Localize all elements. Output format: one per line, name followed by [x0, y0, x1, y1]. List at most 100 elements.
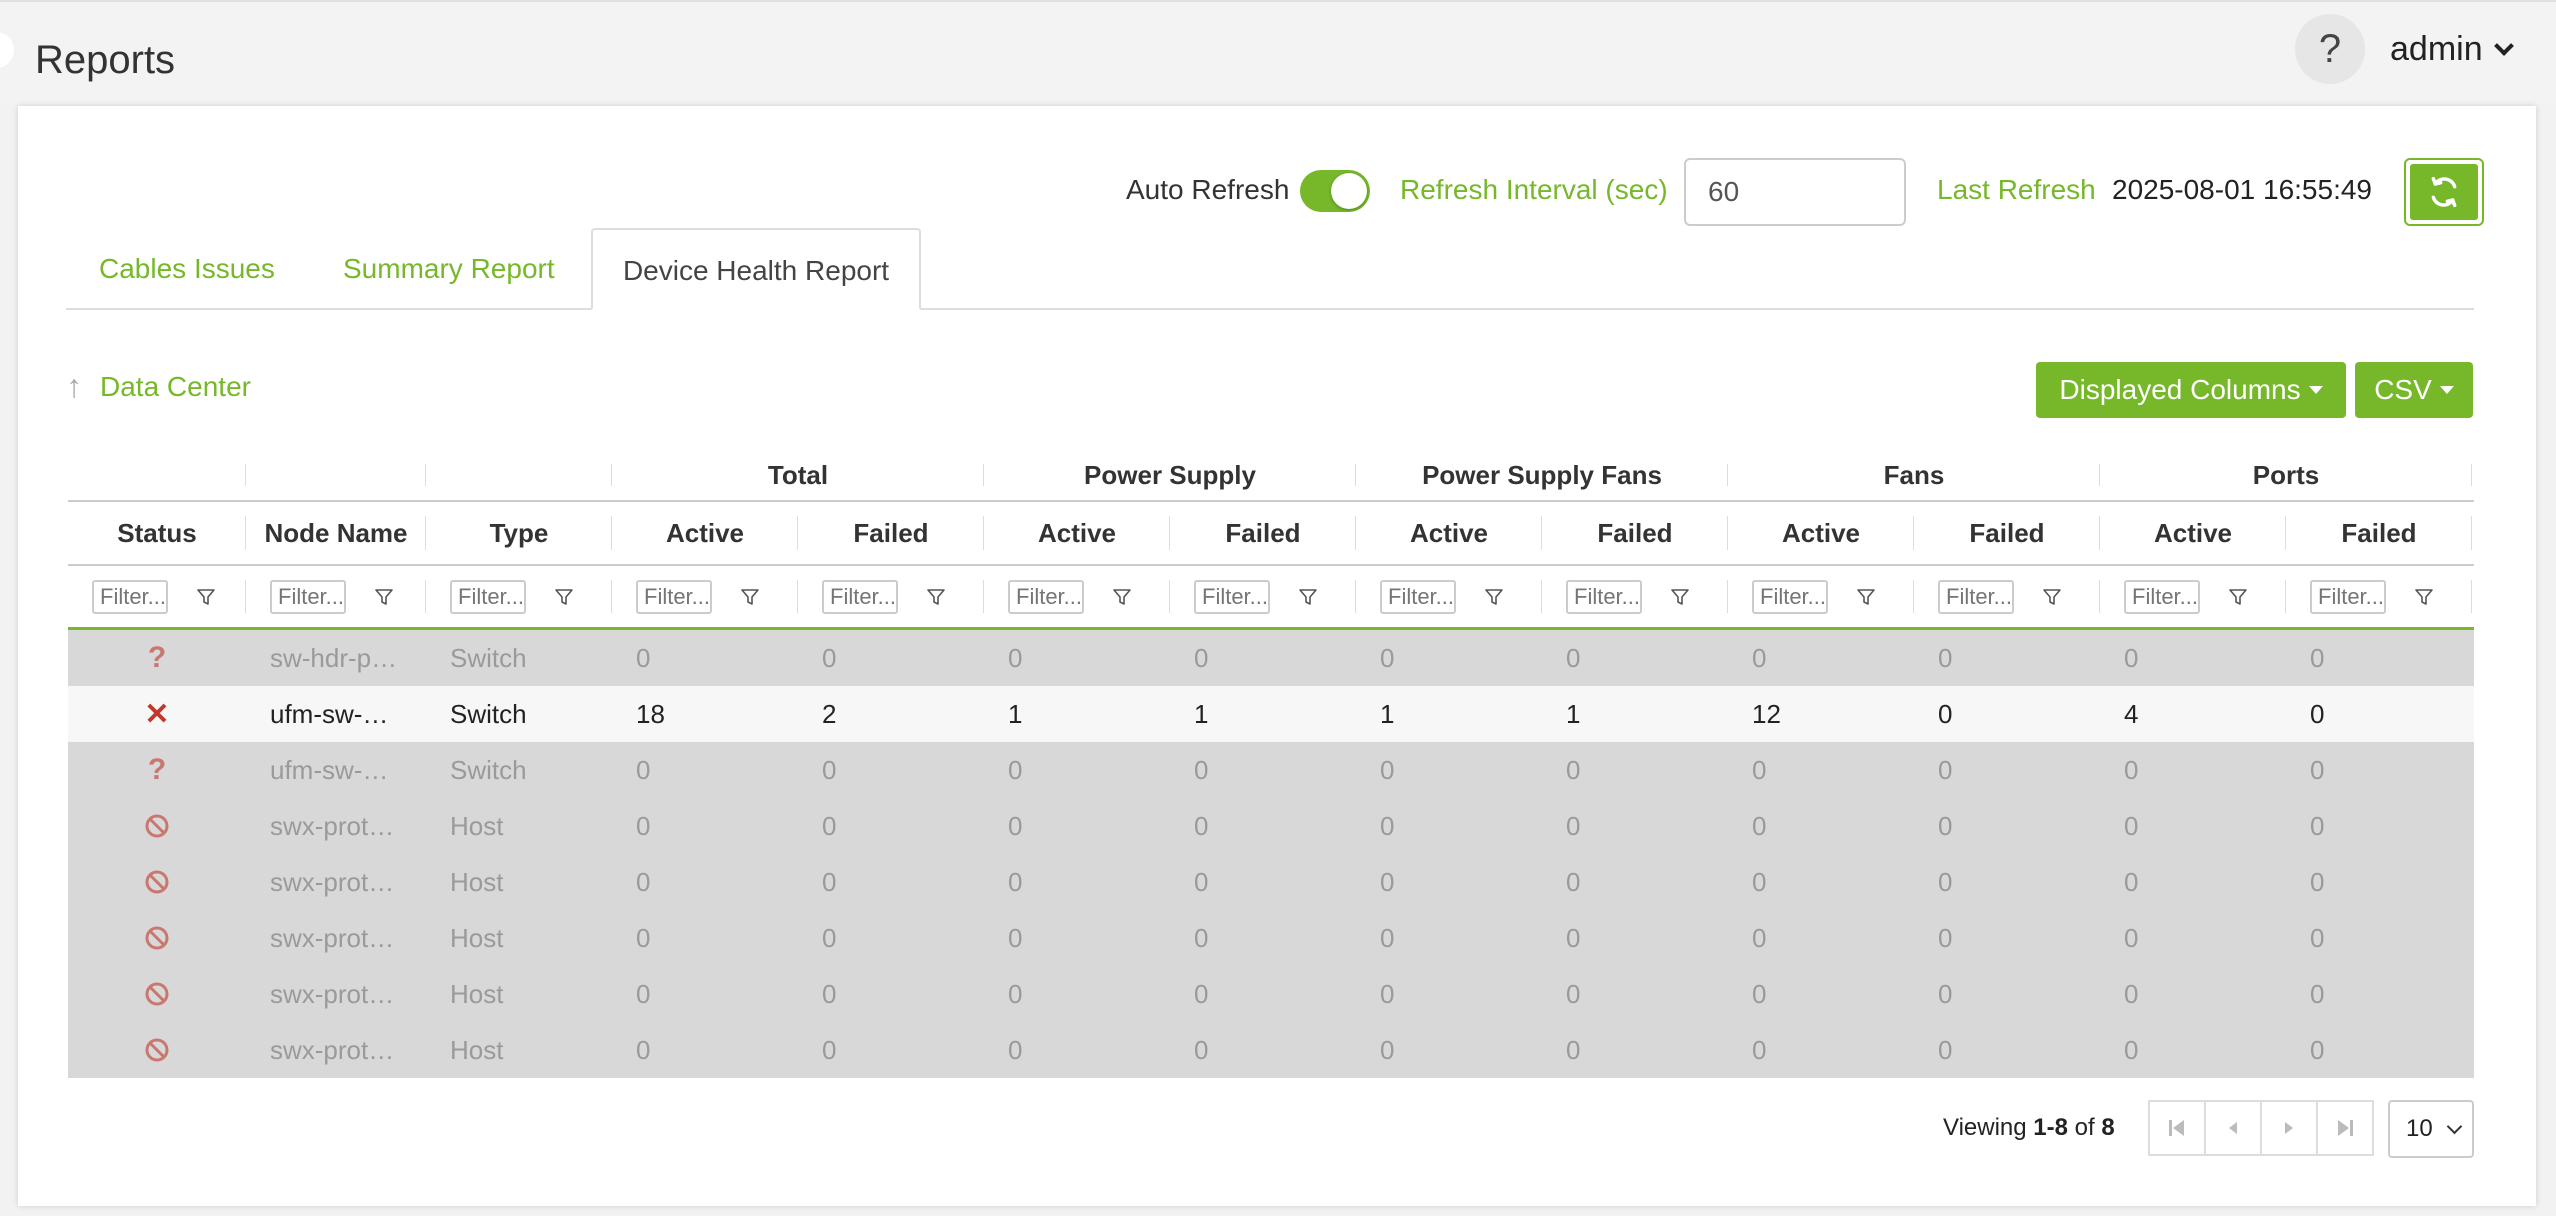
filter-icon[interactable]: [1856, 587, 1876, 607]
table-row[interactable]: swx-prot… Host 0 0 0 0 0 0 0 0 0 0: [68, 910, 2474, 966]
filter-input[interactable]: [1566, 579, 1642, 614]
column-header-fans-failed[interactable]: Failed: [1914, 502, 2100, 564]
refresh-button[interactable]: [2404, 158, 2484, 226]
filter-input[interactable]: [636, 579, 712, 614]
page-size-select[interactable]: 10: [2388, 1100, 2474, 1158]
filter-input[interactable]: [2310, 579, 2386, 614]
filter-input[interactable]: [822, 579, 898, 614]
filter-icon[interactable]: [1484, 587, 1504, 607]
tab-device-health-report[interactable]: Device Health Report: [591, 228, 921, 310]
column-header-fans-active[interactable]: Active: [1728, 502, 1914, 564]
column-header-power-supply-active[interactable]: Active: [984, 502, 1170, 564]
psu-fans-failed-cell: 0: [1566, 810, 1581, 841]
node-name-cell[interactable]: swx-prot…: [246, 798, 426, 854]
table-row[interactable]: ? ufm-sw-… Switch 0 0 0 0 0 0 0 0 0 0: [68, 742, 2474, 798]
node-name-cell[interactable]: ufm-sw-…: [246, 742, 426, 798]
table-row[interactable]: swx-prot… Host 0 0 0 0 0 0 0 0 0 0: [68, 854, 2474, 910]
psu-fans-active-cell: 0: [1380, 1034, 1395, 1065]
filter-icon[interactable]: [2414, 587, 2434, 607]
first-page-button[interactable]: [2148, 1100, 2206, 1156]
filter-icon[interactable]: [196, 587, 216, 607]
filter-icon[interactable]: [374, 587, 394, 607]
question-icon: ?: [147, 753, 167, 786]
no-entry-icon: [145, 926, 169, 950]
filter-icon[interactable]: [1112, 587, 1132, 607]
power-supply-active-cell: 0: [1008, 1034, 1023, 1065]
node-name-cell[interactable]: swx-prot…: [246, 854, 426, 910]
filter-input[interactable]: [92, 579, 168, 614]
column-header-total-active[interactable]: Active: [612, 502, 798, 564]
type-cell: Switch: [450, 754, 527, 785]
csv-button[interactable]: CSV: [2355, 362, 2473, 418]
filter-input[interactable]: [1380, 579, 1456, 614]
power-supply-failed-cell: 0: [1194, 642, 1209, 673]
filter-input[interactable]: [2124, 579, 2200, 614]
type-cell: Host: [450, 922, 504, 953]
sidebar-toggle[interactable]: [0, 32, 14, 68]
filter-input[interactable]: [1752, 579, 1828, 614]
auto-refresh-toggle[interactable]: [1300, 170, 1370, 212]
filter-cell-power-supply-failed: [1170, 566, 1356, 627]
column-header-power-supply-failed[interactable]: Failed: [1170, 502, 1356, 564]
column-header-ports-failed[interactable]: Failed: [2286, 502, 2472, 564]
filter-icon[interactable]: [1670, 587, 1690, 607]
table-row[interactable]: ? sw-hdr-p… Switch 0 0 0 0 0 0 0 0 0 0: [68, 630, 2474, 686]
total-active-cell: 0: [636, 1034, 651, 1065]
tab-summary-report[interactable]: Summary Report: [343, 228, 555, 310]
node-name-cell[interactable]: swx-prot…: [246, 966, 426, 1022]
column-header-psu-fans-active[interactable]: Active: [1356, 502, 1542, 564]
table-row[interactable]: swx-prot… Host 0 0 0 0 0 0 0 0 0 0: [68, 966, 2474, 1022]
column-header-total-failed[interactable]: Failed: [798, 502, 984, 564]
breadcrumb-data-center[interactable]: Data Center: [100, 371, 251, 403]
filter-cell-total-active: [612, 566, 798, 627]
column-header-psu-fans-failed[interactable]: Failed: [1542, 502, 1728, 564]
displayed-columns-button[interactable]: Displayed Columns: [2036, 362, 2346, 418]
node-name-cell[interactable]: swx-prot…: [246, 1022, 426, 1078]
user-menu[interactable]: admin: [2390, 30, 2514, 69]
prev-page-button[interactable]: [2204, 1100, 2262, 1156]
power-supply-failed-cell: 0: [1194, 754, 1209, 785]
fans-failed-cell: 0: [1938, 1034, 1953, 1065]
filter-input[interactable]: [270, 579, 346, 614]
filter-cell-type: [426, 566, 612, 627]
status-error-icon: ✕: [68, 686, 246, 742]
filter-row: [68, 566, 2474, 630]
total-active-cell: 0: [636, 922, 651, 953]
table-row[interactable]: swx-prot… Host 0 0 0 0 0 0 0 0 0 0: [68, 1022, 2474, 1078]
table-row[interactable]: swx-prot… Host 0 0 0 0 0 0 0 0 0 0: [68, 798, 2474, 854]
arrow-up-icon[interactable]: ↑: [66, 368, 82, 405]
column-header-type[interactable]: Type: [426, 502, 612, 564]
filter-icon[interactable]: [926, 587, 946, 607]
tab-cables-issues[interactable]: Cables Issues: [99, 228, 275, 310]
top-bar: Reports ? admin: [0, 0, 2556, 104]
last-refresh-value: 2025-08-01 16:55:49: [2112, 174, 2372, 205]
node-name-cell[interactable]: sw-hdr-p…: [246, 630, 426, 686]
column-header-ports-active[interactable]: Active: [2100, 502, 2286, 564]
fans-active-cell: 0: [1752, 866, 1767, 897]
fans-failed-cell: 0: [1938, 922, 1953, 953]
type-cell: Switch: [450, 698, 527, 729]
next-page-button[interactable]: [2260, 1100, 2318, 1156]
ports-failed-cell: 0: [2310, 978, 2325, 1009]
table-row[interactable]: ✕ ufm-sw-… Switch 18 2 1 1 1 1 12 0 4 0: [68, 686, 2474, 742]
filter-icon[interactable]: [2228, 587, 2248, 607]
table-body: ? sw-hdr-p… Switch 0 0 0 0 0 0 0 0 0 0 ✕ ufm-sw-… Switc…: [68, 630, 2474, 1078]
filter-icon[interactable]: [2042, 587, 2062, 607]
ports-active-cell: 0: [2124, 754, 2139, 785]
last-page-button[interactable]: [2316, 1100, 2374, 1156]
node-name-cell[interactable]: swx-prot…: [246, 910, 426, 966]
filter-icon[interactable]: [1298, 587, 1318, 607]
help-button[interactable]: ?: [2295, 14, 2365, 84]
column-header-status[interactable]: Status: [68, 502, 246, 564]
filter-icon[interactable]: [740, 587, 760, 607]
filter-icon[interactable]: [554, 587, 574, 607]
filter-input[interactable]: [1008, 579, 1084, 614]
filter-input[interactable]: [1938, 579, 2014, 614]
filter-input[interactable]: [450, 579, 526, 614]
refresh-interval-input[interactable]: [1684, 158, 1906, 226]
node-name-cell[interactable]: ufm-sw-…: [246, 686, 426, 742]
fans-failed-cell: 0: [1938, 810, 1953, 841]
displayed-columns-label: Displayed Columns: [2059, 374, 2301, 405]
column-header-node-name[interactable]: Node Name: [246, 502, 426, 564]
filter-input[interactable]: [1194, 579, 1270, 614]
